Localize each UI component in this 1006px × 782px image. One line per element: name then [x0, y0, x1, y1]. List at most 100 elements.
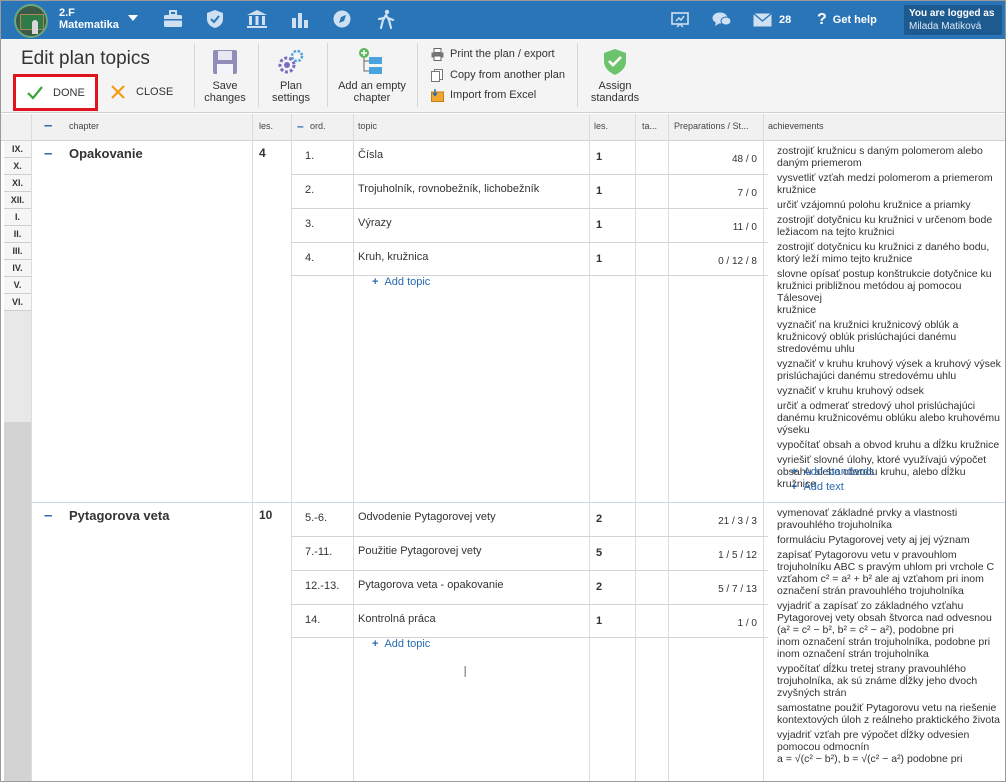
topic-row[interactable]: 5.-6. Odvodenie Pytagorovej vety 2 21 / … [291, 503, 768, 537]
month-dec[interactable]: XII. [4, 192, 31, 209]
topic-name[interactable]: Výrazy [358, 217, 392, 229]
institution-icon[interactable] [246, 9, 268, 29]
collapse-chapter-icon[interactable]: – [44, 146, 52, 161]
chat-bubbles-icon[interactable] [712, 10, 732, 30]
chapter-name[interactable]: Opakovanie [69, 146, 143, 161]
chevron-down-icon[interactable] [128, 15, 138, 21]
header-topic[interactable]: topic [358, 121, 377, 131]
achievement-item[interactable]: vymenovať základné prvky a vlastnosti pr… [777, 507, 1005, 531]
assign-standards-button[interactable]: Assign standards [587, 47, 643, 104]
topic-lessons[interactable]: 1 [596, 219, 602, 231]
class-selector[interactable]: 2.F Matematika [59, 7, 119, 31]
month-apr[interactable]: IV. [4, 260, 31, 277]
achievement-item[interactable]: určiť a odmerať stredový uhol prislúchaj… [777, 400, 1005, 436]
topic-row[interactable]: 7.-11. Použitie Pytagorovej vety 5 1 / 5… [291, 537, 768, 571]
topic-preparations[interactable]: 0 / 12 / 8 [669, 256, 757, 267]
achievement-item[interactable]: vyznačiť v kruhu kruhový odsek [777, 385, 1005, 397]
header-topic-lessons[interactable]: les. [594, 121, 608, 131]
achievement-item[interactable]: zapísať Pytagorovu vetu v pravouhlom tro… [777, 549, 1005, 597]
achievement-item[interactable]: vyjadriť a zapísať zo základného vzťahu … [777, 600, 1005, 660]
shield-check-icon[interactable] [204, 9, 226, 29]
topic-lessons[interactable]: 5 [596, 547, 602, 559]
chapter-lessons[interactable]: 10 [259, 508, 272, 522]
month-nov[interactable]: XI. [4, 175, 31, 192]
add-topic-link[interactable]: + Add topic [372, 638, 430, 650]
topic-name[interactable]: Kruh, kružnica [358, 251, 428, 263]
achievement-item[interactable]: slovne opísať postup konštrukcie dotyčni… [777, 268, 1005, 316]
import-excel-link[interactable]: Import from Excel [431, 87, 536, 103]
achievement-item[interactable]: zostrojiť dotyčnicu ku kružnici z daného… [777, 241, 1005, 265]
topic-preparations[interactable]: 7 / 0 [669, 188, 757, 199]
achievement-item[interactable]: samostatne použiť Pytagorovu vetu na rie… [777, 702, 1005, 726]
month-mar[interactable]: III. [4, 243, 31, 260]
messages-button[interactable]: 28 [753, 10, 791, 30]
topic-preparations[interactable]: 21 / 3 / 3 [669, 516, 757, 527]
topic-lessons[interactable]: 1 [596, 253, 602, 265]
hiking-person-icon[interactable] [375, 9, 397, 29]
header-tasks[interactable]: ta... [642, 121, 657, 131]
topic-name[interactable]: Kontrolná práca [358, 613, 436, 625]
header-chapter[interactable]: chapter [69, 121, 99, 131]
add-empty-chapter-button[interactable]: Add an empty chapter [336, 47, 408, 104]
topic-lessons[interactable]: 1 [596, 185, 602, 197]
achievement-item[interactable]: zostrojiť kružnicu s daným polomerom ale… [777, 145, 1005, 169]
month-jan[interactable]: I. [4, 209, 31, 226]
chapter-lessons[interactable]: 4 [259, 146, 266, 160]
topic-preparations[interactable]: 1 / 5 / 12 [669, 550, 757, 561]
topic-lessons[interactable]: 2 [596, 513, 602, 525]
achievement-item[interactable]: vyjadriť vzťah pre výpočet dĺžky odvesie… [777, 729, 1005, 765]
topic-row[interactable]: 2. Trojuholník, rovnobežník, lichobežník… [291, 175, 768, 209]
achievement-item[interactable]: vysvetliť vzťah medzi polomerom a prieme… [777, 172, 1005, 196]
help-button[interactable]: ? Get help [817, 10, 877, 30]
topic-lessons[interactable]: 1 [596, 151, 602, 163]
topic-name[interactable]: Použitie Pytagorovej vety [358, 545, 482, 557]
compass-icon[interactable] [331, 9, 353, 29]
header-preparations[interactable]: Preparations / St... [674, 121, 749, 131]
achievement-item[interactable]: vyznačiť v kruhu kruhový výsek a kruhový… [777, 358, 1005, 382]
topic-row[interactable]: 12.-13. Pytagorova veta - opakovanie 2 5… [291, 571, 768, 605]
collapse-chapter-icon[interactable]: – [44, 508, 52, 523]
topic-name[interactable]: Trojuholník, rovnobežník, lichobežník [358, 183, 539, 195]
achievement-item[interactable]: určiť vzájomnú polohu kružnice a priamky [777, 199, 1005, 211]
plan-settings-button[interactable]: Plan settings [265, 47, 317, 104]
topic-preparations[interactable]: 48 / 0 [669, 154, 757, 165]
header-achievements[interactable]: achievements [768, 121, 824, 131]
close-button[interactable]: CLOSE [109, 79, 173, 105]
presentation-icon[interactable] [671, 10, 689, 30]
copy-plan-link[interactable]: Copy from another plan [431, 67, 565, 83]
achievement-item[interactable]: vyznačiť na kružnici kružnicový oblúk a … [777, 319, 1005, 355]
collapse-all-icon[interactable]: – [44, 117, 52, 134]
bar-chart-icon[interactable] [289, 9, 311, 29]
topic-preparations[interactable]: 5 / 7 / 13 [669, 584, 757, 595]
briefcase-icon[interactable] [162, 9, 184, 29]
month-sep[interactable]: IX. [4, 141, 31, 158]
achievement-item[interactable]: vypočítať dĺžku tretej strany pravouhléh… [777, 663, 1005, 699]
topic-lessons[interactable]: 1 [596, 615, 602, 627]
topic-row[interactable]: 14. Kontrolná práca 1 1 / 0 [291, 605, 768, 638]
topic-name[interactable]: Čísla [358, 149, 383, 161]
add-topic-link[interactable]: + Add topic [372, 276, 430, 288]
achievement-item[interactable]: formuláciu Pytagorovej vety aj jej význa… [777, 534, 1005, 546]
add-text-link[interactable]: + Add text [791, 481, 844, 493]
topic-preparations[interactable]: 11 / 0 [669, 222, 757, 233]
collapse-topics-icon[interactable]: – [297, 119, 304, 133]
achievement-item[interactable]: zostrojiť dotyčnicu ku kružnici v určeno… [777, 214, 1005, 238]
topic-name[interactable]: Pytagorova veta - opakovanie [358, 579, 504, 591]
achievement-item[interactable]: vypočítať obsah a obvod kruhu a dĺžku kr… [777, 439, 1005, 451]
month-jun[interactable]: VI. [4, 294, 31, 311]
topic-preparations[interactable]: 1 / 0 [669, 618, 757, 629]
month-may[interactable]: V. [4, 277, 31, 294]
print-plan-link[interactable]: Print the plan / export [431, 46, 555, 62]
add-standards-link[interactable]: + Add standards [791, 466, 874, 478]
class-avatar[interactable] [14, 4, 48, 38]
month-oct[interactable]: X. [4, 158, 31, 175]
month-feb[interactable]: II. [4, 226, 31, 243]
header-order[interactable]: ord. [310, 121, 326, 131]
header-lessons[interactable]: les. [259, 121, 273, 131]
done-button[interactable]: DONE [13, 74, 98, 111]
topic-name[interactable]: Odvodenie Pytagorovej vety [358, 511, 496, 523]
save-changes-button[interactable]: Save changes [200, 47, 250, 104]
topic-row[interactable]: 1. Čísla 1 48 / 0 [291, 141, 768, 175]
topic-row[interactable]: 3. Výrazy 1 11 / 0 [291, 209, 768, 243]
chapter-name[interactable]: Pytagorova veta [69, 508, 169, 523]
